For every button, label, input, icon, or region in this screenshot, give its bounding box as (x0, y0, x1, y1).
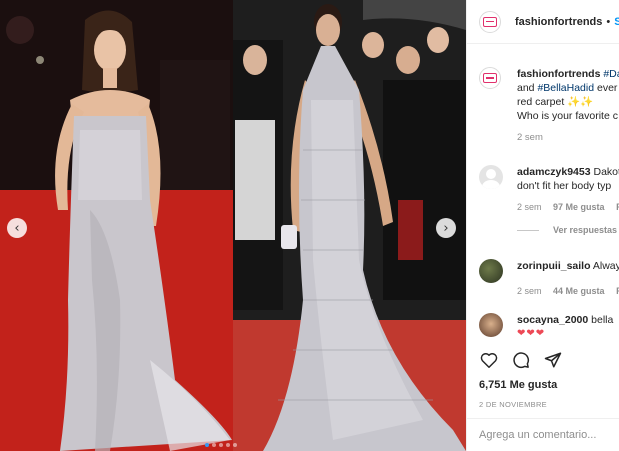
comment-text: zorinpuii_sailo Always (517, 259, 619, 273)
photo-dakota-illustration (0, 0, 233, 451)
commenter-avatar[interactable] (479, 313, 503, 337)
carousel-dot (226, 443, 230, 447)
photo-bella (233, 0, 466, 451)
comment-meta: 2 sem 44 Me gusta Re (517, 286, 619, 296)
heart-icon (480, 353, 498, 368)
previous-slide-button[interactable]: ‹ (7, 218, 27, 238)
caption-hashtag[interactable]: #Da (603, 68, 619, 80)
view-replies-button[interactable]: Ver respuestas (7 (517, 225, 619, 235)
caption-line: Who is your favorite c (517, 110, 618, 122)
share-button[interactable] (543, 350, 563, 370)
likes-count[interactable]: 6,751 Me gusta (479, 379, 557, 391)
commenter-username[interactable]: adamczyk9453 (517, 166, 591, 178)
chevron-left-icon: ‹ (14, 220, 20, 236)
comment-timestamp[interactable]: 2 sem (517, 286, 542, 296)
comment-timestamp[interactable]: 2 sem (517, 202, 542, 212)
caption-timestamp[interactable]: 2 sem (517, 132, 619, 143)
caption-username[interactable]: fashionfortrends (517, 68, 600, 80)
carousel-dot (219, 443, 223, 447)
comment-body: don't fit her body typ (517, 180, 612, 192)
comment-body: Always (592, 260, 619, 272)
share-icon (544, 352, 562, 368)
post-media-carousel[interactable]: ‹ › (0, 0, 466, 451)
carousel-dot (205, 443, 209, 447)
next-slide-button[interactable]: › (436, 218, 456, 238)
caption-text-segment: and (517, 82, 538, 94)
follow-button[interactable]: Se (614, 16, 619, 28)
caption-hashtag[interactable]: #BellaHadid (537, 82, 594, 94)
caption-avatar[interactable] (479, 67, 501, 89)
comment-icon (513, 352, 530, 369)
commenter-avatar[interactable] (479, 259, 503, 283)
commenter-username[interactable]: socayna_2000 (517, 314, 588, 326)
comment-text: adamczyk9453 Dakot don't fit her body ty… (517, 165, 619, 193)
account-username[interactable]: fashionfortrends (515, 16, 602, 28)
post-actions (479, 350, 563, 370)
photo-dakota (0, 0, 233, 451)
chevron-right-icon: › (443, 220, 449, 236)
comment-likes[interactable]: 44 Me gusta (553, 286, 605, 296)
carousel-indicator (205, 443, 237, 447)
comment-body: Dakot (593, 166, 619, 178)
logo-icon (483, 16, 497, 27)
caption-line: red carpet ✨✨ (517, 96, 594, 108)
caption-text: fashionfortrends #Da and #BellaHadid eve… (517, 67, 619, 123)
like-button[interactable] (479, 350, 499, 370)
comment-item: socayna_2000 bella ❤❤❤ (479, 313, 619, 339)
comment-likes[interactable]: 97 Me gusta (553, 202, 605, 212)
post-date[interactable]: 2 DE NOVIEMBRE (479, 400, 547, 409)
logo-icon (483, 73, 497, 83)
carousel-dot (233, 443, 237, 447)
comment-meta: 2 sem 97 Me gusta Re (517, 202, 619, 212)
comments-list[interactable]: fashionfortrends #Da and #BellaHadid eve… (467, 45, 619, 339)
post-caption: fashionfortrends #Da and #BellaHadid eve… (479, 67, 619, 143)
replies-divider (517, 229, 539, 231)
comment-text: socayna_2000 bella ❤❤❤ (517, 313, 619, 339)
separator-dot: • (606, 15, 611, 28)
photo-bella-illustration (233, 0, 466, 451)
comment-input[interactable] (479, 429, 619, 441)
add-comment-bar (467, 418, 619, 451)
post-details-panel: fashionfortrends • Se fashionfortrends #… (466, 0, 619, 451)
commenter-avatar[interactable] (479, 165, 503, 189)
commenter-username[interactable]: zorinpuii_sailo (517, 260, 591, 272)
carousel-dot (212, 443, 216, 447)
post-header: fashionfortrends • Se (467, 0, 619, 44)
comment-button[interactable] (511, 350, 531, 370)
view-replies-label: Ver respuestas (7 (553, 225, 619, 235)
caption-text-segment: ever (594, 82, 618, 94)
comment-item: adamczyk9453 Dakot don't fit her body ty… (479, 165, 619, 235)
comment-body: bella (591, 314, 614, 326)
account-avatar[interactable] (479, 10, 501, 33)
comment-item: zorinpuii_sailo Always 2 sem 44 Me gusta… (479, 259, 619, 296)
heart-emoji-icons: ❤❤❤ (517, 328, 546, 339)
